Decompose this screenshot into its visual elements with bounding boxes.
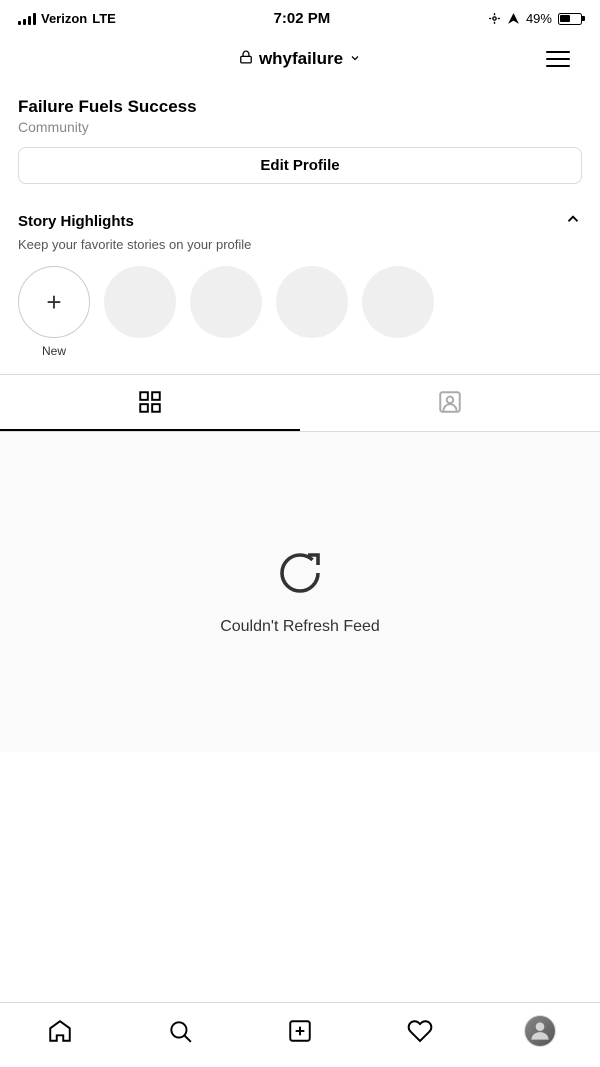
- profile-category: Community: [18, 119, 582, 135]
- battery-percent: 49%: [526, 11, 552, 26]
- grid-icon: [137, 389, 163, 415]
- plus-icon: +: [46, 289, 61, 315]
- signal-icon: [18, 13, 36, 25]
- highlight-item-2[interactable]: [190, 266, 262, 358]
- highlight-new-item[interactable]: + New: [18, 266, 90, 358]
- nav-home[interactable]: [36, 1013, 84, 1049]
- header-title[interactable]: whyfailure: [239, 49, 361, 69]
- highlight-item-4[interactable]: [362, 266, 434, 358]
- network-label: LTE: [92, 11, 116, 26]
- refresh-icon: [276, 549, 324, 602]
- tab-grid[interactable]: [0, 375, 300, 431]
- highlights-subtitle: Keep your favorite stories on your profi…: [18, 237, 582, 252]
- content-area: Couldn't Refresh Feed: [0, 432, 600, 752]
- highlights-header: Story Highlights: [18, 210, 582, 233]
- nav-heart[interactable]: [396, 1013, 444, 1049]
- avatar[interactable]: [524, 1015, 556, 1047]
- highlight-circle-4[interactable]: [362, 266, 434, 338]
- highlight-item-1[interactable]: [104, 266, 176, 358]
- nav-profile[interactable]: [516, 1013, 564, 1049]
- status-right: 49%: [488, 11, 582, 26]
- avatar-image: [525, 1016, 555, 1046]
- highlights-row: + New: [18, 266, 582, 374]
- lock-icon: [239, 49, 253, 69]
- battery-icon: [558, 13, 582, 25]
- chevron-down-icon: [349, 49, 361, 69]
- nav-add[interactable]: [276, 1013, 324, 1049]
- status-bar: Verizon LTE 7:02 PM 49%: [0, 0, 600, 33]
- highlight-item-3[interactable]: [276, 266, 348, 358]
- home-icon: [47, 1018, 73, 1044]
- highlights-collapse-icon[interactable]: [564, 210, 582, 233]
- edit-profile-button[interactable]: Edit Profile: [18, 147, 582, 184]
- nav-arrow-icon: [507, 12, 520, 25]
- bottom-nav: [0, 1002, 600, 1067]
- highlights-title: Story Highlights: [18, 213, 134, 230]
- profile-section: Failure Fuels Success Community: [0, 87, 600, 147]
- status-left: Verizon LTE: [18, 11, 116, 26]
- carrier-label: Verizon: [41, 11, 87, 26]
- username-label: whyfailure: [259, 49, 343, 69]
- tabs-row: [0, 375, 600, 431]
- highlight-new-label: New: [42, 344, 66, 358]
- search-icon: [167, 1018, 193, 1044]
- tab-tagged[interactable]: [300, 375, 600, 431]
- hamburger-menu-icon[interactable]: [546, 41, 582, 77]
- profile-name: Failure Fuels Success: [18, 97, 582, 117]
- feed-error-message: Couldn't Refresh Feed: [220, 618, 380, 636]
- highlights-section: Story Highlights Keep your favorite stor…: [0, 198, 600, 374]
- nav-search[interactable]: [156, 1013, 204, 1049]
- highlight-circle-2[interactable]: [190, 266, 262, 338]
- plus-square-icon: [287, 1018, 313, 1044]
- highlight-new-circle[interactable]: +: [18, 266, 90, 338]
- status-time: 7:02 PM: [274, 10, 331, 27]
- highlight-circle-3[interactable]: [276, 266, 348, 338]
- location-icon: [488, 12, 501, 25]
- heart-icon: [407, 1018, 433, 1044]
- header: whyfailure: [0, 33, 600, 87]
- person-tag-icon: [437, 389, 463, 415]
- highlight-circle-1[interactable]: [104, 266, 176, 338]
